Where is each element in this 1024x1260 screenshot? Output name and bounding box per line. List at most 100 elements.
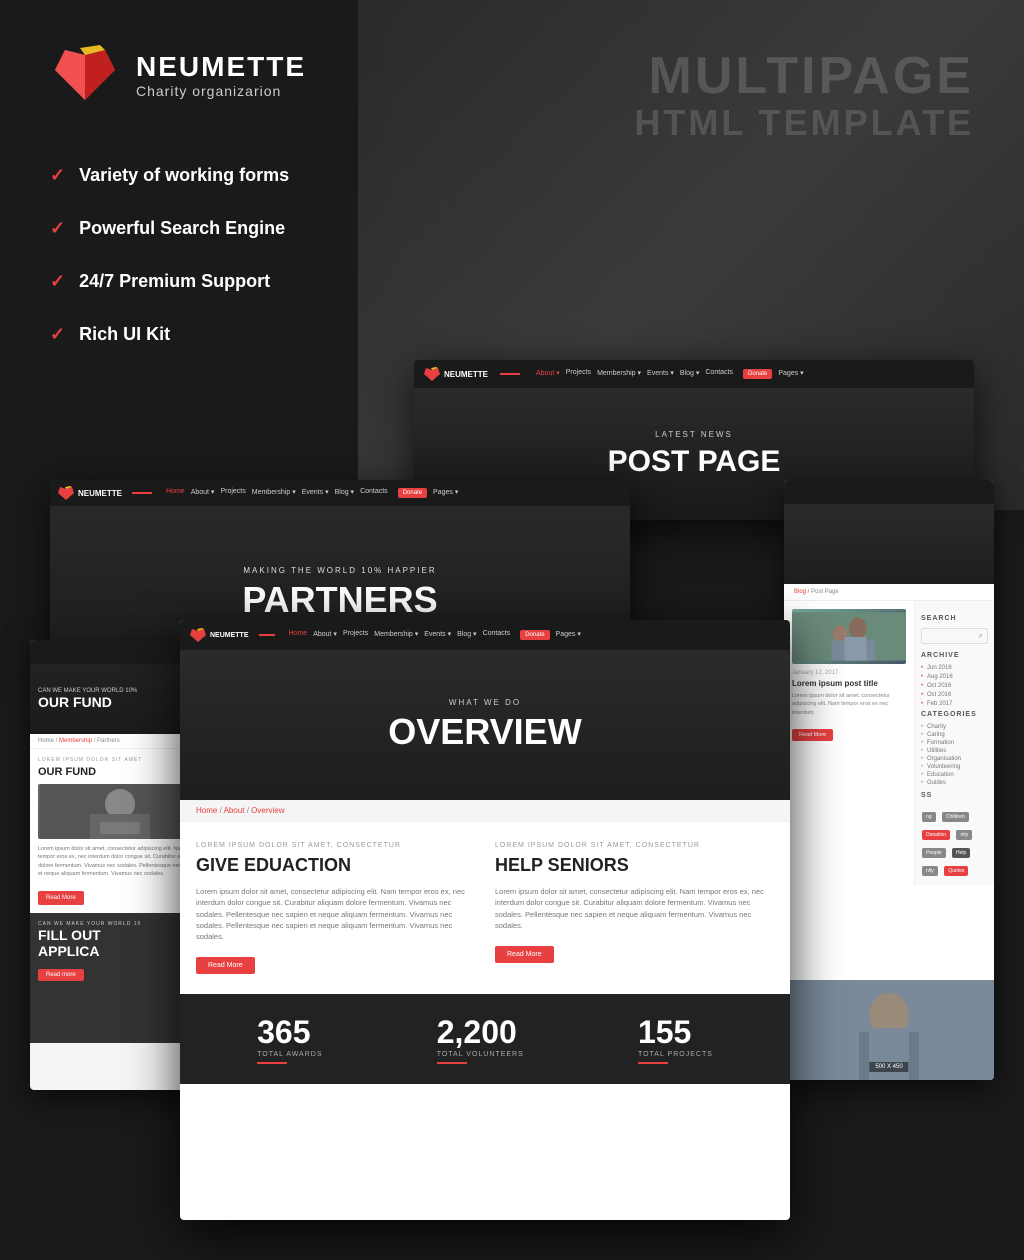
multipage-label: MULTIPAGE HTML TEMPLATE — [634, 50, 974, 144]
fund-read-more-button[interactable]: Read More — [38, 891, 84, 905]
stat-projects-label: TOTAL PROJECTS — [638, 1051, 713, 1058]
feature-item-search: ✓ Powerful Search Engine — [50, 218, 289, 239]
search-section-title: SEARCH — [921, 615, 988, 622]
partners-nav-contacts[interactable]: Contacts — [360, 488, 388, 498]
tag-help[interactable]: Help — [952, 848, 970, 858]
screenshot-blog-page: Blog / Post Page January 12, 2017 Lorem … — [784, 480, 994, 1080]
latest-news-label: LATEST NEWS — [655, 430, 733, 439]
post-nav-about[interactable]: About ▾ — [536, 369, 560, 379]
partners-nav-pages[interactable]: Pages ▾ — [433, 488, 458, 498]
ov-nav-events[interactable]: Events ▾ — [424, 630, 451, 640]
partners-title: PARTNERS — [242, 579, 437, 621]
content-col-seniors: LOREM IPSUM DOLOR SIT AMET, CONSECTETUR … — [495, 842, 774, 974]
partners-nav-logo: NEUMETTE — [58, 485, 122, 501]
stat-volunteers-label: TOTAL VOLUNTEERS — [437, 1051, 524, 1058]
post-nav-membership[interactable]: Membership ▾ — [597, 369, 641, 379]
categories-list: Charity Caring Formation Utilities Organ… — [921, 724, 988, 786]
overview-hero: WHAT WE DO OVERVIEW — [180, 650, 790, 800]
tag-people[interactable]: People — [922, 848, 946, 858]
post-nav-contacts[interactable]: Contacts — [705, 369, 733, 379]
seniors-read-more-button[interactable]: Read More — [495, 946, 554, 963]
cat-education[interactable]: Education — [921, 772, 988, 778]
partners-nav-bar: NEUMETTE Home About ▾ Projects Membershi… — [50, 480, 630, 506]
ov-nav-membership[interactable]: Membership ▾ — [374, 630, 418, 640]
fund-fill-title: FILL OUTAPPLICA — [38, 927, 202, 959]
cat-organisation[interactable]: Organisation — [921, 756, 988, 762]
partners-nav-membership[interactable]: Membership ▾ — [252, 488, 296, 498]
feature-text-search: Powerful Search Engine — [79, 218, 285, 239]
ov-nav-about[interactable]: About ▾ — [313, 630, 337, 640]
tag-children[interactable]: Children — [942, 812, 969, 822]
feature-text-variety: Variety of working forms — [79, 165, 289, 186]
partners-nav-projects[interactable]: Projects — [220, 488, 245, 498]
archive-item-4[interactable]: Oct 2016 — [921, 692, 988, 698]
post-nav-donate[interactable]: Donate — [743, 369, 772, 379]
cat-utilities[interactable]: Utilities — [921, 748, 988, 754]
archive-item-3[interactable]: Oct 2016 — [921, 683, 988, 689]
blog-excerpt: Lorem ipsum dolor sit amet, consectetur … — [792, 692, 906, 717]
ov-nav-pages[interactable]: Pages ▾ — [556, 630, 581, 640]
overview-heart-icon — [190, 627, 206, 643]
fund-read-more-2-button[interactable]: Read more — [38, 969, 84, 981]
sidebar-search-box[interactable]: ⌕ — [921, 628, 988, 644]
cat-charity[interactable]: Charity — [921, 724, 988, 730]
archive-item-2[interactable]: Aug 2016 — [921, 674, 988, 680]
tags-section-title: SS — [921, 792, 988, 799]
feature-list: ✓ Variety of working forms ✓ Powerful Se… — [50, 165, 289, 377]
blog-sidebar: SEARCH ⌕ ARCHIVE Jun 2016 Aug 2016 Oct 2… — [914, 601, 994, 885]
ov-nav-home[interactable]: Home — [289, 630, 308, 640]
partners-nav-brand: NEUMETTE — [78, 489, 122, 498]
overview-content: LOREM IPSUM DOLOR SIT AMET, CONSECTETUR … — [180, 822, 790, 994]
search-icon[interactable]: ⌕ — [979, 631, 983, 641]
cat-guides[interactable]: Guides — [921, 780, 988, 786]
post-nav-line — [500, 373, 520, 375]
post-nav-events[interactable]: Events ▾ — [647, 369, 674, 379]
tag-nity1[interactable]: nity — [956, 830, 972, 840]
post-nav-pages[interactable]: Pages ▾ — [778, 369, 803, 379]
blog-img-svg — [792, 609, 906, 664]
categories-section-title: CATEGORIES — [921, 711, 988, 718]
stat-projects-number: 155 — [638, 1014, 713, 1051]
ov-nav-blog[interactable]: Blog ▾ — [457, 630, 476, 640]
tag-nity2[interactable]: nity — [922, 866, 938, 876]
multipage-line2: HTML TEMPLATE — [634, 102, 974, 144]
post-nav-bar: NEUMETTE About ▾ Projects Membership ▾ E… — [414, 360, 974, 388]
check-icon-search: ✓ — [50, 218, 65, 239]
fund-heading: OUR FUND — [38, 766, 202, 778]
archive-item-1[interactable]: Jun 2016 — [921, 665, 988, 671]
ov-nav-donate[interactable]: Donate — [520, 630, 549, 640]
partners-nav-donate[interactable]: Donate — [398, 488, 427, 498]
cat-caring[interactable]: Caring — [921, 732, 988, 738]
partners-nav-about[interactable]: About ▾ — [191, 488, 215, 498]
post-nav-projects[interactable]: Projects — [566, 369, 591, 379]
post-nav-blog[interactable]: Blog ▾ — [680, 369, 699, 379]
overview-nav-links: Home About ▾ Projects Membership ▾ Event… — [289, 630, 581, 640]
tags-list: ng Children Donation nity People Help ni… — [921, 805, 988, 877]
ov-nav-projects[interactable]: Projects — [343, 630, 368, 640]
blog-nav-bar — [784, 480, 994, 504]
stats-bar: 365 TOTAL AWARDS 2,200 TOTAL VOLUNTEERS … — [180, 994, 790, 1084]
tag-quotes[interactable]: Quotes — [944, 866, 968, 876]
partners-nav-home[interactable]: Home — [166, 488, 185, 498]
cat-formation[interactable]: Formation — [921, 740, 988, 746]
post-nav-links: About ▾ Projects Membership ▾ Events ▾ B… — [536, 369, 804, 379]
brand-name: NEUMETTE — [136, 51, 306, 83]
tag-ng[interactable]: ng — [922, 812, 936, 822]
edu-heading: GIVE EDUACTION — [196, 855, 475, 876]
overview-nav-logo: NEUMETTE — [190, 627, 249, 643]
archive-item-5[interactable]: Feb 2017 — [921, 701, 988, 707]
blog-hero — [784, 504, 994, 584]
stat-awards-label: TOTAL AWARDS — [257, 1051, 322, 1058]
edu-read-more-button[interactable]: Read More — [196, 957, 255, 974]
ov-nav-contacts[interactable]: Contacts — [483, 630, 511, 640]
blog-main-image — [792, 609, 906, 664]
partners-nav-blog[interactable]: Blog ▾ — [335, 488, 354, 498]
fund-lorem: LOREM IPSUM DOLOR SIT AMET — [38, 757, 202, 763]
partners-nav-events[interactable]: Events ▾ — [302, 488, 329, 498]
post-nav-brand: NEUMETTE — [444, 370, 488, 379]
blog-bottom-photo: 500 X 450 — [784, 980, 994, 1080]
cat-volunteering[interactable]: Volunteering — [921, 764, 988, 770]
blog-read-more-button[interactable]: Read More — [792, 729, 833, 741]
blog-main-content: January 12, 2017 Lorem ipsum post title … — [784, 601, 914, 885]
tag-donation[interactable]: Donation — [922, 830, 950, 840]
